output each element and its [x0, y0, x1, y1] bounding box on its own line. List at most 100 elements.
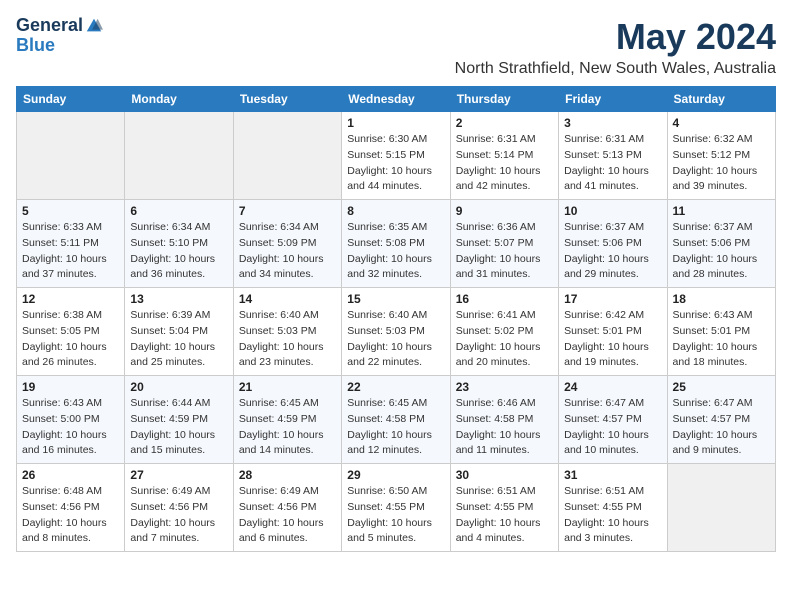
calendar-cell — [667, 464, 775, 552]
calendar-cell: 29Sunrise: 6:50 AMSunset: 4:55 PMDayligh… — [342, 464, 450, 552]
day-info: Sunrise: 6:47 AMSunset: 4:57 PMDaylight:… — [564, 396, 661, 459]
calendar-cell: 12 Sunrise: 6:38 AMSunset: 5:05 PMDayligh… — [17, 288, 125, 376]
week-row-3: 12 Sunrise: 6:38 AMSunset: 5:05 PMDayligh… — [17, 288, 776, 376]
day-number: 11 — [673, 204, 770, 218]
day-info: Sunrise: 6:40 AMSunset: 5:03 PMDaylight:… — [239, 308, 336, 371]
calendar-cell: 31 Sunrise: 6:51 AMSunset: 4:55 PMDayligh… — [559, 464, 667, 552]
calendar-cell — [233, 112, 341, 200]
day-number: 22 — [347, 380, 444, 394]
header-tuesday: Tuesday — [233, 87, 341, 112]
day-number: 16 — [456, 292, 553, 306]
logo-general-text: General — [16, 16, 83, 36]
calendar-cell: 8 Sunrise: 6:35 AMSunset: 5:08 PMDaylight… — [342, 200, 450, 288]
day-number: 4 — [673, 116, 770, 130]
day-number: 2 — [456, 116, 553, 130]
calendar-cell: 10 Sunrise: 6:37 AMSunset: 5:06 PMDayligh… — [559, 200, 667, 288]
day-number: 1 — [347, 116, 444, 130]
day-number: 18 — [673, 292, 770, 306]
day-number: 6 — [130, 204, 227, 218]
day-info: Sunrise: 6:31 AMSunset: 5:13 PMDaylight:… — [564, 132, 661, 195]
logo-blue-text: Blue — [16, 36, 55, 56]
day-info: Sunrise: 6:36 AMSunset: 5:07 PMDaylight:… — [456, 220, 553, 283]
week-row-1: 1Sunrise: 6:30 AMSunset: 5:15 PMDaylight… — [17, 112, 776, 200]
header-saturday: Saturday — [667, 87, 775, 112]
calendar-cell: 25Sunrise: 6:47 AMSunset: 4:57 PMDayligh… — [667, 376, 775, 464]
calendar-cell — [125, 112, 233, 200]
subtitle: North Strathfield, New South Wales, Aust… — [455, 60, 776, 78]
day-info: Sunrise: 6:37 AMSunset: 5:06 PMDaylight:… — [673, 220, 770, 283]
day-info: Sunrise: 6:51 AMSunset: 4:55 PMDaylight:… — [456, 484, 553, 547]
calendar-cell — [17, 112, 125, 200]
day-info: Sunrise: 6:42 AMSunset: 5:01 PMDaylight:… — [564, 308, 661, 371]
header-monday: Monday — [125, 87, 233, 112]
main-title: May 2024 — [455, 16, 776, 58]
calendar-cell: 27 Sunrise: 6:49 AMSunset: 4:56 PMDayligh… — [125, 464, 233, 552]
calendar-cell: 28Sunrise: 6:49 AMSunset: 4:56 PMDayligh… — [233, 464, 341, 552]
day-info: Sunrise: 6:45 AMSunset: 4:58 PMDaylight:… — [347, 396, 444, 459]
header-friday: Friday — [559, 87, 667, 112]
day-info: Sunrise: 6:47 AMSunset: 4:57 PMDaylight:… — [673, 396, 770, 459]
day-number: 23 — [456, 380, 553, 394]
week-row-2: 5 Sunrise: 6:33 AMSunset: 5:11 PMDaylight… — [17, 200, 776, 288]
calendar-cell: 1Sunrise: 6:30 AMSunset: 5:15 PMDaylight… — [342, 112, 450, 200]
day-number: 17 — [564, 292, 661, 306]
calendar-cell: 2 Sunrise: 6:31 AMSunset: 5:14 PMDaylight… — [450, 112, 558, 200]
day-number: 3 — [564, 116, 661, 130]
day-info: Sunrise: 6:43 AMSunset: 5:01 PMDaylight:… — [673, 308, 770, 371]
calendar: SundayMondayTuesdayWednesdayThursdayFrid… — [16, 86, 776, 552]
calendar-cell: 22 Sunrise: 6:45 AMSunset: 4:58 PMDayligh… — [342, 376, 450, 464]
day-number: 13 — [130, 292, 227, 306]
day-number: 12 — [22, 292, 119, 306]
calendar-header: SundayMondayTuesdayWednesdayThursdayFrid… — [17, 87, 776, 112]
logo-icon — [85, 17, 103, 35]
day-info: Sunrise: 6:44 AMSunset: 4:59 PMDaylight:… — [130, 396, 227, 459]
title-area: May 2024 North Strathfield, New South Wa… — [455, 16, 776, 78]
header-thursday: Thursday — [450, 87, 558, 112]
calendar-cell: 17 Sunrise: 6:42 AMSunset: 5:01 PMDayligh… — [559, 288, 667, 376]
day-info: Sunrise: 6:39 AMSunset: 5:04 PMDaylight:… — [130, 308, 227, 371]
day-info: Sunrise: 6:48 AMSunset: 4:56 PMDaylight:… — [22, 484, 119, 547]
day-number: 8 — [347, 204, 444, 218]
day-info: Sunrise: 6:49 AMSunset: 4:56 PMDaylight:… — [239, 484, 336, 547]
day-number: 26 — [22, 468, 119, 482]
calendar-cell: 24Sunrise: 6:47 AMSunset: 4:57 PMDayligh… — [559, 376, 667, 464]
calendar-cell: 13 Sunrise: 6:39 AMSunset: 5:04 PMDayligh… — [125, 288, 233, 376]
day-info: Sunrise: 6:51 AMSunset: 4:55 PMDaylight:… — [564, 484, 661, 547]
day-info: Sunrise: 6:50 AMSunset: 4:55 PMDaylight:… — [347, 484, 444, 547]
day-number: 21 — [239, 380, 336, 394]
day-number: 14 — [239, 292, 336, 306]
calendar-cell: 21Sunrise: 6:45 AMSunset: 4:59 PMDayligh… — [233, 376, 341, 464]
day-info: Sunrise: 6:33 AMSunset: 5:11 PMDaylight:… — [22, 220, 119, 283]
day-info: Sunrise: 6:31 AMSunset: 5:14 PMDaylight:… — [456, 132, 553, 195]
page-header: General Blue May 2024 North Strathfield,… — [16, 16, 776, 78]
day-info: Sunrise: 6:46 AMSunset: 4:58 PMDaylight:… — [456, 396, 553, 459]
day-number: 31 — [564, 468, 661, 482]
day-info: Sunrise: 6:34 AMSunset: 5:09 PMDaylight:… — [239, 220, 336, 283]
calendar-cell: 3 Sunrise: 6:31 AMSunset: 5:13 PMDaylight… — [559, 112, 667, 200]
day-number: 15 — [347, 292, 444, 306]
calendar-cell: 5 Sunrise: 6:33 AMSunset: 5:11 PMDaylight… — [17, 200, 125, 288]
week-row-4: 19Sunrise: 6:43 AMSunset: 5:00 PMDayligh… — [17, 376, 776, 464]
week-row-5: 26 Sunrise: 6:48 AMSunset: 4:56 PMDayligh… — [17, 464, 776, 552]
day-info: Sunrise: 6:41 AMSunset: 5:02 PMDaylight:… — [456, 308, 553, 371]
calendar-cell: 9Sunrise: 6:36 AMSunset: 5:07 PMDaylight… — [450, 200, 558, 288]
day-number: 7 — [239, 204, 336, 218]
header-wednesday: Wednesday — [342, 87, 450, 112]
calendar-cell: 11 Sunrise: 6:37 AMSunset: 5:06 PMDayligh… — [667, 200, 775, 288]
day-info: Sunrise: 6:34 AMSunset: 5:10 PMDaylight:… — [130, 220, 227, 283]
day-info: Sunrise: 6:40 AMSunset: 5:03 PMDaylight:… — [347, 308, 444, 371]
day-number: 27 — [130, 468, 227, 482]
day-info: Sunrise: 6:37 AMSunset: 5:06 PMDaylight:… — [564, 220, 661, 283]
calendar-cell: 6 Sunrise: 6:34 AMSunset: 5:10 PMDaylight… — [125, 200, 233, 288]
day-info: Sunrise: 6:49 AMSunset: 4:56 PMDaylight:… — [130, 484, 227, 547]
calendar-cell: 23 Sunrise: 6:46 AMSunset: 4:58 PMDayligh… — [450, 376, 558, 464]
day-info: Sunrise: 6:38 AMSunset: 5:05 PMDaylight:… — [22, 308, 119, 371]
day-info: Sunrise: 6:35 AMSunset: 5:08 PMDaylight:… — [347, 220, 444, 283]
day-number: 5 — [22, 204, 119, 218]
calendar-cell: 16 Sunrise: 6:41 AMSunset: 5:02 PMDayligh… — [450, 288, 558, 376]
calendar-cell: 7 Sunrise: 6:34 AMSunset: 5:09 PMDaylight… — [233, 200, 341, 288]
calendar-cell: 15 Sunrise: 6:40 AMSunset: 5:03 PMDayligh… — [342, 288, 450, 376]
logo: General Blue — [16, 16, 103, 56]
day-number: 30 — [456, 468, 553, 482]
day-number: 10 — [564, 204, 661, 218]
